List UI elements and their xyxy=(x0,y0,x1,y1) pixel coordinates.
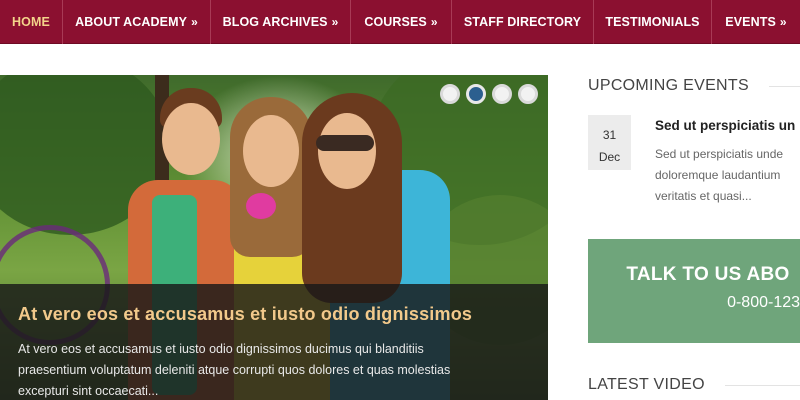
event-title-link[interactable]: Sed ut perspiciatis un xyxy=(655,118,795,133)
nav-item-label: EVENTS xyxy=(725,15,776,29)
slider-dot[interactable] xyxy=(492,84,512,104)
nav-item-about-academy[interactable]: ABOUT ACADEMY » xyxy=(63,0,211,44)
section-heading-text: UPCOMING EVENTS xyxy=(588,77,749,94)
event-excerpt-line: veritatis et quasi... xyxy=(655,189,752,203)
slide-caption-line: praesentium voluptatum deleniti atque co… xyxy=(18,363,451,377)
submenu-caret-icon: » xyxy=(779,15,787,29)
nav-item-label: COURSES xyxy=(364,15,427,29)
nav-item-label: HOME xyxy=(12,15,50,29)
nav-item-staff-directory[interactable]: STAFF DIRECTORY xyxy=(452,0,594,44)
nav-item-label: TESTIMONIALS xyxy=(605,15,700,29)
event-month: Dec xyxy=(598,150,621,164)
upcoming-events-heading: UPCOMING EVENTS xyxy=(588,77,800,95)
contact-heading: TALK TO US ABO xyxy=(626,264,790,285)
nav-item-label: ABOUT ACADEMY xyxy=(75,15,188,29)
submenu-caret-icon: » xyxy=(191,15,198,29)
event-day: 31 xyxy=(602,128,617,142)
event-item[interactable]: 31 Dec Sed ut perspiciatis un Sed ut per… xyxy=(588,115,800,215)
nav-item-label: STAFF DIRECTORY xyxy=(463,15,582,29)
section-heading-text: LATEST VIDEO xyxy=(588,376,705,393)
slider-pagination xyxy=(440,84,538,104)
slide-caption: At vero eos et accusamus et iusto odio d… xyxy=(0,284,548,400)
slide-caption-text: At vero eos et accusamus et iusto odio d… xyxy=(18,339,530,400)
submenu-caret-icon: » xyxy=(430,15,438,29)
main-nav: HOME ABOUT ACADEMY » BLOG ARCHIVES » COU… xyxy=(0,0,800,44)
event-excerpt-line: doloremque laudantium xyxy=(655,168,781,182)
slider-dot[interactable] xyxy=(440,84,460,104)
event-date-badge: 31 Dec xyxy=(588,115,631,170)
slider-dot-active[interactable] xyxy=(466,84,486,104)
sidebar: UPCOMING EVENTS 31 Dec Sed ut perspiciat… xyxy=(588,75,800,400)
nav-item-blog-archives[interactable]: BLOG ARCHIVES » xyxy=(211,0,351,44)
nav-item-testimonials[interactable]: TESTIMONIALS xyxy=(594,0,712,44)
hero-slider[interactable]: At vero eos et accusamus et iusto odio d… xyxy=(0,75,548,400)
slide-caption-line: At vero eos et accusamus et iusto odio d… xyxy=(18,342,424,356)
nav-item-events[interactable]: EVENTS » xyxy=(712,0,800,44)
nav-item-home[interactable]: HOME xyxy=(0,0,63,44)
event-excerpt: Sed ut perspiciatis unde doloremque laud… xyxy=(655,144,783,207)
slider-dot[interactable] xyxy=(518,84,538,104)
contact-phone: 0-800-1234 xyxy=(727,294,800,311)
slide-caption-title[interactable]: At vero eos et accusamus et iusto odio d… xyxy=(18,304,530,325)
heading-divider xyxy=(724,384,800,386)
nav-item-label: BLOG ARCHIVES xyxy=(222,15,328,29)
slide-caption-line: excepturi sint occaecati... xyxy=(18,384,159,398)
submenu-caret-icon: » xyxy=(331,15,339,29)
event-excerpt-line: Sed ut perspiciatis unde xyxy=(655,147,784,161)
nav-item-courses[interactable]: COURSES » xyxy=(351,0,452,44)
latest-video-heading: LATEST VIDEO xyxy=(588,376,800,394)
contact-banner[interactable]: TALK TO US ABO 0-800-1234 xyxy=(588,239,800,343)
heading-divider xyxy=(768,85,800,87)
